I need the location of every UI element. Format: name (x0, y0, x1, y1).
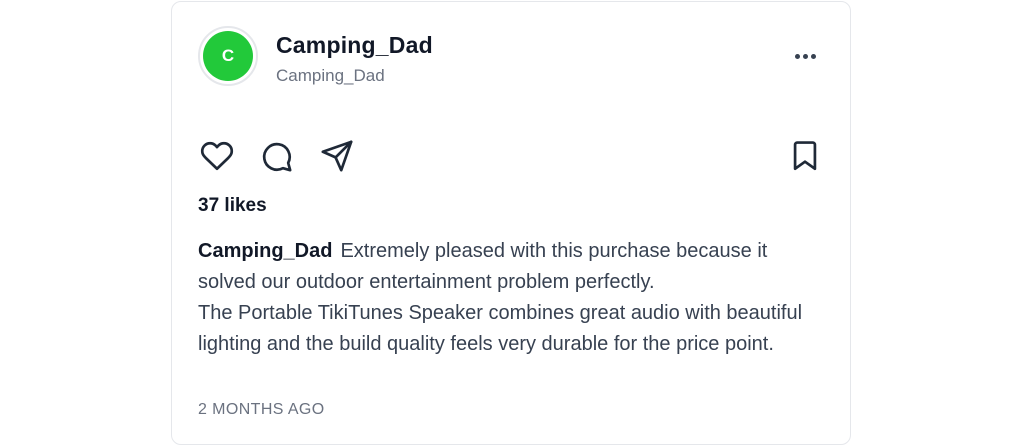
heart-icon (200, 141, 234, 171)
author-handle: Camping_Dad (276, 66, 385, 85)
more-dot (802, 53, 808, 59)
post-card: C Camping_Dad Camping_Dad 37 likes Campi… (171, 1, 851, 445)
post-header: C Camping_Dad Camping_Dad (198, 26, 824, 88)
avatar-initial: C (203, 31, 253, 81)
action-bar (197, 136, 825, 176)
like-button[interactable] (197, 136, 237, 176)
more-dot (794, 53, 800, 59)
more-options-icon[interactable] (790, 46, 820, 66)
more-dot (810, 53, 816, 59)
comment-button[interactable] (256, 136, 296, 176)
share-button[interactable] (317, 136, 357, 176)
bookmark-icon (793, 141, 817, 171)
send-icon (321, 140, 353, 172)
save-button[interactable] (785, 136, 825, 176)
comment-icon (262, 142, 292, 172)
likes-count[interactable]: 37 likes (198, 195, 267, 217)
caption-username[interactable]: Camping_Dad (198, 240, 332, 262)
post-caption: Camping_Dad Extremely pleased with this p… (198, 236, 828, 360)
caption-text-line2: The Portable TikiTunes Speaker combines … (198, 302, 803, 355)
post-timestamp: 2 MONTHS AGO (198, 401, 325, 418)
avatar[interactable]: C (198, 26, 258, 86)
author-name[interactable]: Camping_Dad (276, 32, 433, 59)
